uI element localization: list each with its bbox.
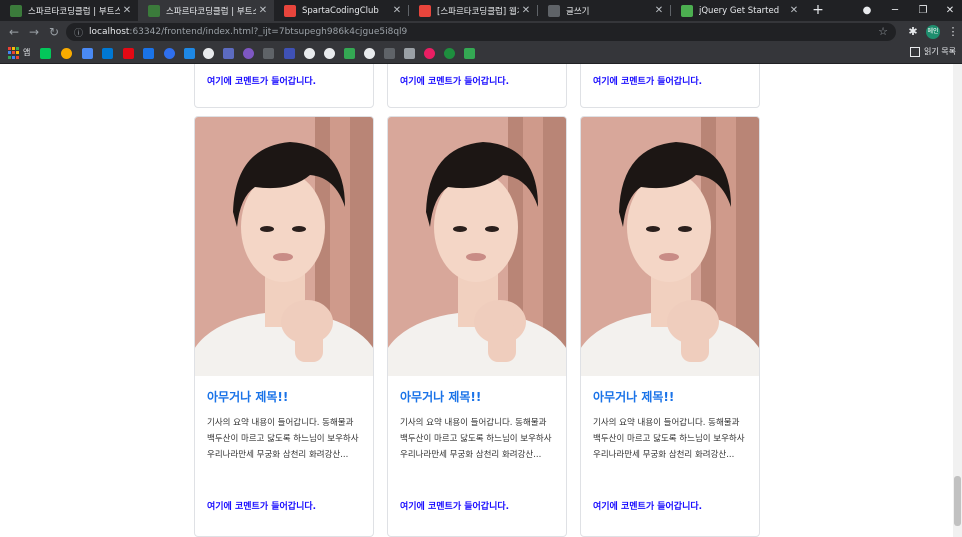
tab-close-icon[interactable]: ✕	[787, 5, 801, 16]
card-comment: 여기에 코멘트가 들어갑니다.	[593, 77, 703, 87]
card-summary: 기사의 요약 내용이 들어갑니다. 동해물과 백두산이 마르고 닳도록 하느님이…	[593, 418, 745, 460]
card-comment: 여기에 코멘트가 들어갑니다.	[207, 77, 317, 87]
card-comment: 여기에 코멘트가 들어갑니다.	[593, 502, 703, 512]
netflix-bookmark-icon[interactable]	[123, 48, 134, 59]
new-tab-button[interactable]: +	[810, 0, 826, 21]
page-viewport: 여기에 코멘트가 들어갑니다. 여기에 코멘트가 들어갑니다. 여기에 코멘트가…	[0, 64, 962, 537]
close-window-icon[interactable]: ✕	[936, 0, 962, 21]
bookmark-icon[interactable]	[444, 48, 455, 59]
reload-icon[interactable]: ↻	[46, 24, 62, 40]
bookmark-icon[interactable]	[164, 48, 175, 59]
text-favicon-icon	[548, 4, 560, 17]
github-bookmark-icon[interactable]	[364, 48, 375, 59]
card-summary: 기사의 요약 내용이 들어갑니다. 동해물과 백두산이 마르고 닳도록 하느님이…	[207, 418, 359, 460]
extensions-icon[interactable]: ✱	[906, 25, 920, 39]
notion-red-favicon-icon	[419, 4, 431, 17]
sparta-red-favicon-icon	[284, 4, 296, 17]
tab-title: jQuery Get Started	[699, 5, 780, 16]
apps-label[interactable]: 앱	[23, 47, 30, 58]
card-top-1: 여기에 코멘트가 들어갑니다.	[194, 64, 374, 108]
card-portrait-image	[195, 117, 373, 376]
tab-sparta-2[interactable]: 스파르타코딩클럽 | 부트스 ✕	[138, 0, 274, 21]
reading-list-button[interactable]: 읽기 목록	[910, 46, 956, 57]
card-title[interactable]: 아무거나 제목!!	[593, 388, 747, 405]
text-bookmark-icon[interactable]	[404, 48, 415, 59]
w3schools-favicon-icon	[681, 4, 693, 17]
back-icon[interactable]: ←	[6, 24, 22, 40]
scrollbar-thumb[interactable]	[954, 476, 961, 526]
tab-close-icon[interactable]: ✕	[519, 5, 533, 16]
card-portrait-image	[581, 117, 759, 376]
card-2: 아무거나 제목!! 기사의 요약 내용이 들어갑니다. 동해물과 백두산이 마르…	[387, 116, 567, 537]
card-3: 아무거나 제목!! 기사의 요약 내용이 들어갑니다. 동해물과 백두산이 마르…	[580, 116, 760, 537]
bookmark-icon[interactable]	[384, 48, 395, 59]
url-host: localhost	[89, 27, 130, 37]
bookmark-icon[interactable]	[263, 48, 274, 59]
bookmark-icon[interactable]	[284, 48, 295, 59]
bookmarks-bar: 앱 읽기 목록	[0, 43, 962, 64]
forward-icon[interactable]: →	[26, 24, 42, 40]
card-title[interactable]: 아무거나 제목!!	[400, 388, 554, 405]
card-summary: 기사의 요약 내용이 들어갑니다. 동해물과 백두산이 마르고 닳도록 하느님이…	[400, 418, 552, 460]
reading-list-icon	[910, 46, 920, 57]
tab-title: [스파르타코딩클럽] 웹개발	[437, 6, 519, 17]
profile-avatar[interactable]: 메인	[926, 25, 940, 39]
bookmark-icon[interactable]	[424, 48, 435, 59]
github-bookmark-icon[interactable]	[324, 48, 335, 59]
bookmark-icon[interactable]	[243, 48, 254, 59]
card-top-2: 여기에 코멘트가 들어갑니다.	[387, 64, 567, 108]
card-comment: 여기에 코멘트가 들어갑니다.	[207, 502, 317, 512]
tab-jquery[interactable]: jQuery Get Started ✕	[671, 0, 805, 21]
bookmark-icon[interactable]	[344, 48, 355, 59]
naver-bookmark-icon[interactable]	[40, 48, 51, 59]
tab-close-icon[interactable]: ✕	[652, 5, 666, 16]
bookmark-icon[interactable]	[464, 48, 475, 59]
tab-write[interactable]: 글쓰기 ✕	[538, 0, 670, 21]
card-comment: 여기에 코멘트가 들어갑니다.	[400, 77, 510, 87]
daum-bookmark-icon[interactable]	[61, 48, 72, 59]
apps-grid-icon[interactable]	[8, 47, 20, 59]
bookmark-icon[interactable]	[82, 48, 93, 59]
tab-title: 스파르타코딩클럽 | 부트스	[166, 6, 256, 17]
tab-spartacodingclub[interactable]: SpartaCodingClub ✕	[274, 0, 408, 21]
bookmark-star-icon[interactable]: ☆	[878, 25, 888, 38]
url-text: localhost:63342/frontend/index.html?_ijt…	[89, 27, 407, 37]
address-bar[interactable]: ⓘ localhost:63342/frontend/index.html?_i…	[66, 23, 896, 41]
reading-list-label: 읽기 목록	[924, 47, 956, 56]
sparta-favicon-icon	[10, 4, 22, 17]
url-rest: :63342/frontend/index.html?_ijt=7btsupeg…	[129, 27, 408, 37]
card-title[interactable]: 아무거나 제목!!	[207, 388, 361, 405]
tab-title: 글쓰기	[566, 6, 590, 17]
card-comment: 여기에 코멘트가 들어갑니다.	[400, 502, 510, 512]
tab-strip: 스파르타코딩클럽 | 부트스 ✕ 스파르타코딩클럽 | 부트스 ✕ Sparta…	[0, 0, 962, 21]
tab-title: SpartaCodingClub	[302, 5, 379, 16]
record-icon[interactable]: ●	[853, 0, 881, 21]
card-portrait-image	[388, 117, 566, 376]
restore-icon[interactable]: ❐	[909, 0, 937, 21]
browser-toolbar: ← → ↻ ⓘ localhost:63342/frontend/index.h…	[0, 21, 962, 43]
minimize-icon[interactable]: ─	[881, 0, 909, 21]
tab-sparta-1[interactable]: 스파르타코딩클럽 | 부트스 ✕	[0, 0, 138, 21]
tab-close-icon[interactable]: ✕	[256, 5, 270, 16]
menu-kebab-icon[interactable]: ⋮	[946, 25, 960, 39]
page-scrollbar[interactable]	[953, 64, 962, 537]
card-top-3: 여기에 코멘트가 들어갑니다.	[580, 64, 760, 108]
globe-bookmark-icon[interactable]	[203, 48, 214, 59]
site-info-icon[interactable]: ⓘ	[74, 26, 83, 39]
tab-webdev[interactable]: [스파르타코딩클럽] 웹개발 ✕	[409, 0, 537, 21]
tab-close-icon[interactable]: ✕	[120, 5, 134, 16]
tab-close-icon[interactable]: ✕	[390, 5, 404, 16]
tab-title: 스파르타코딩클럽 | 부트스	[28, 6, 120, 17]
bookmark-icon[interactable]	[184, 48, 195, 59]
card-1: 아무거나 제목!! 기사의 요약 내용이 들어갑니다. 동해물과 백두산이 마르…	[194, 116, 374, 537]
globe-bookmark-icon[interactable]	[304, 48, 315, 59]
sparta-favicon-icon	[148, 4, 160, 17]
edge-bookmark-icon[interactable]	[102, 48, 113, 59]
bookmark-icon[interactable]	[143, 48, 154, 59]
bookmark-icon[interactable]	[223, 48, 234, 59]
